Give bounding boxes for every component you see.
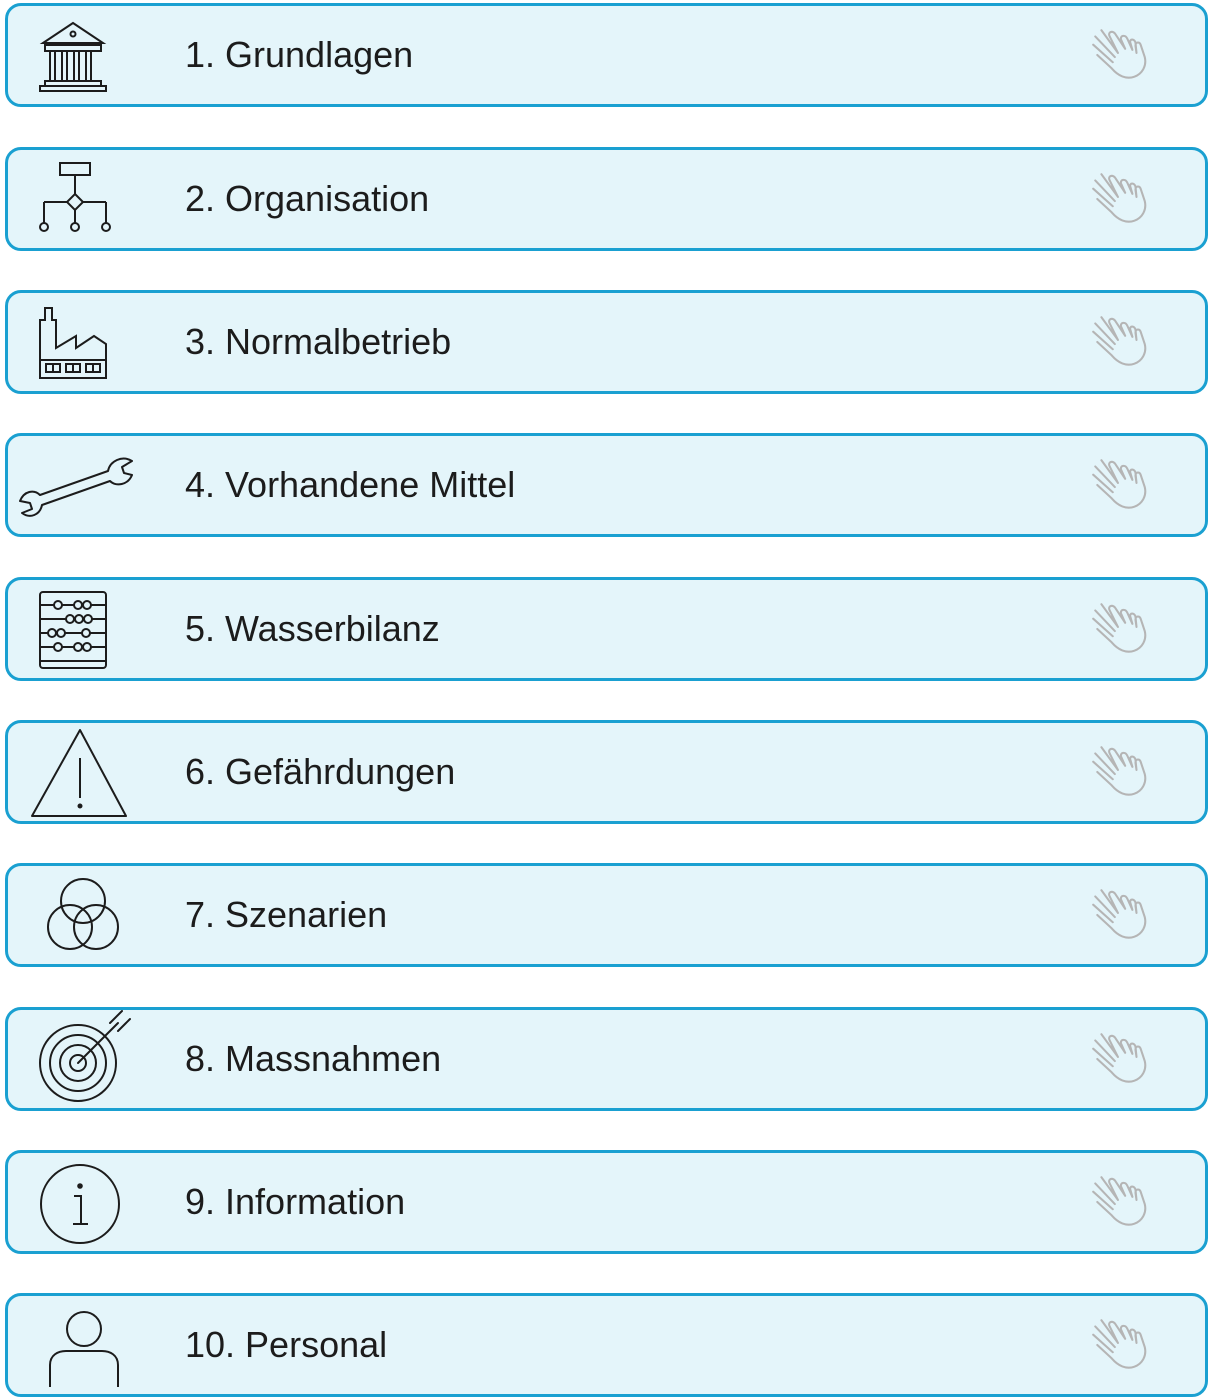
menu-item-label: 2. Organisation — [185, 178, 430, 219]
hand-pointer-icon[interactable] — [1087, 166, 1153, 232]
person-icon — [18, 1303, 128, 1387]
hand-pointer-icon[interactable] — [1087, 1026, 1153, 1092]
factory-icon — [18, 300, 128, 384]
menu-item-normalbetrieb[interactable]: 3. Normalbetrieb — [5, 290, 1208, 394]
menu-item-massnahmen[interactable]: 8. Massnahmen — [5, 1007, 1208, 1111]
hand-pointer-icon[interactable] — [1087, 22, 1153, 88]
abacus-icon — [18, 587, 128, 671]
menu-item-label: 1. Grundlagen — [185, 34, 414, 75]
hand-pointer-icon[interactable] — [1087, 739, 1153, 805]
org-chart-icon — [18, 157, 128, 241]
wrench-icon — [18, 443, 133, 527]
menu-item-label: 4. Vorhandene Mittel — [185, 464, 516, 505]
venn-diagram-icon — [18, 873, 128, 957]
menu-item-label: 3. Normalbetrieb — [185, 321, 452, 362]
menu-item-wasserbilanz[interactable]: 5. Wasserbilanz — [5, 577, 1208, 681]
menu-item-information[interactable]: 9. Information — [5, 1150, 1208, 1254]
hand-pointer-icon[interactable] — [1087, 309, 1153, 375]
hand-pointer-icon[interactable] — [1087, 1312, 1153, 1378]
warning-icon — [18, 729, 128, 817]
menu-item-label: 10. Personal — [185, 1324, 388, 1365]
menu-item-label: 6. Gefährdungen — [185, 751, 456, 792]
menu-item-gefaehrdungen[interactable]: 6. Gefährdungen — [5, 720, 1208, 824]
hand-pointer-icon[interactable] — [1087, 882, 1153, 948]
menu-item-organisation[interactable]: 2. Organisation — [5, 147, 1208, 251]
institution-icon — [18, 13, 128, 97]
hand-pointer-icon[interactable] — [1087, 1169, 1153, 1235]
menu-item-szenarien[interactable]: 7. Szenarien — [5, 863, 1208, 967]
menu-item-grundlagen[interactable]: 1. Grundlagen — [5, 3, 1208, 107]
info-icon — [18, 1160, 128, 1244]
menu-item-label: 7. Szenarien — [185, 894, 388, 935]
menu-item-label: 8. Massnahmen — [185, 1038, 442, 1079]
menu-item-label: 5. Wasserbilanz — [185, 608, 440, 649]
target-icon — [18, 1010, 131, 1102]
menu-item-label: 9. Information — [185, 1181, 406, 1222]
hand-pointer-icon[interactable] — [1087, 452, 1153, 518]
menu-item-vorhandene-mittel[interactable]: 4. Vorhandene Mittel — [5, 433, 1208, 537]
menu-item-personal[interactable]: 10. Personal — [5, 1293, 1208, 1397]
hand-pointer-icon[interactable] — [1087, 596, 1153, 662]
